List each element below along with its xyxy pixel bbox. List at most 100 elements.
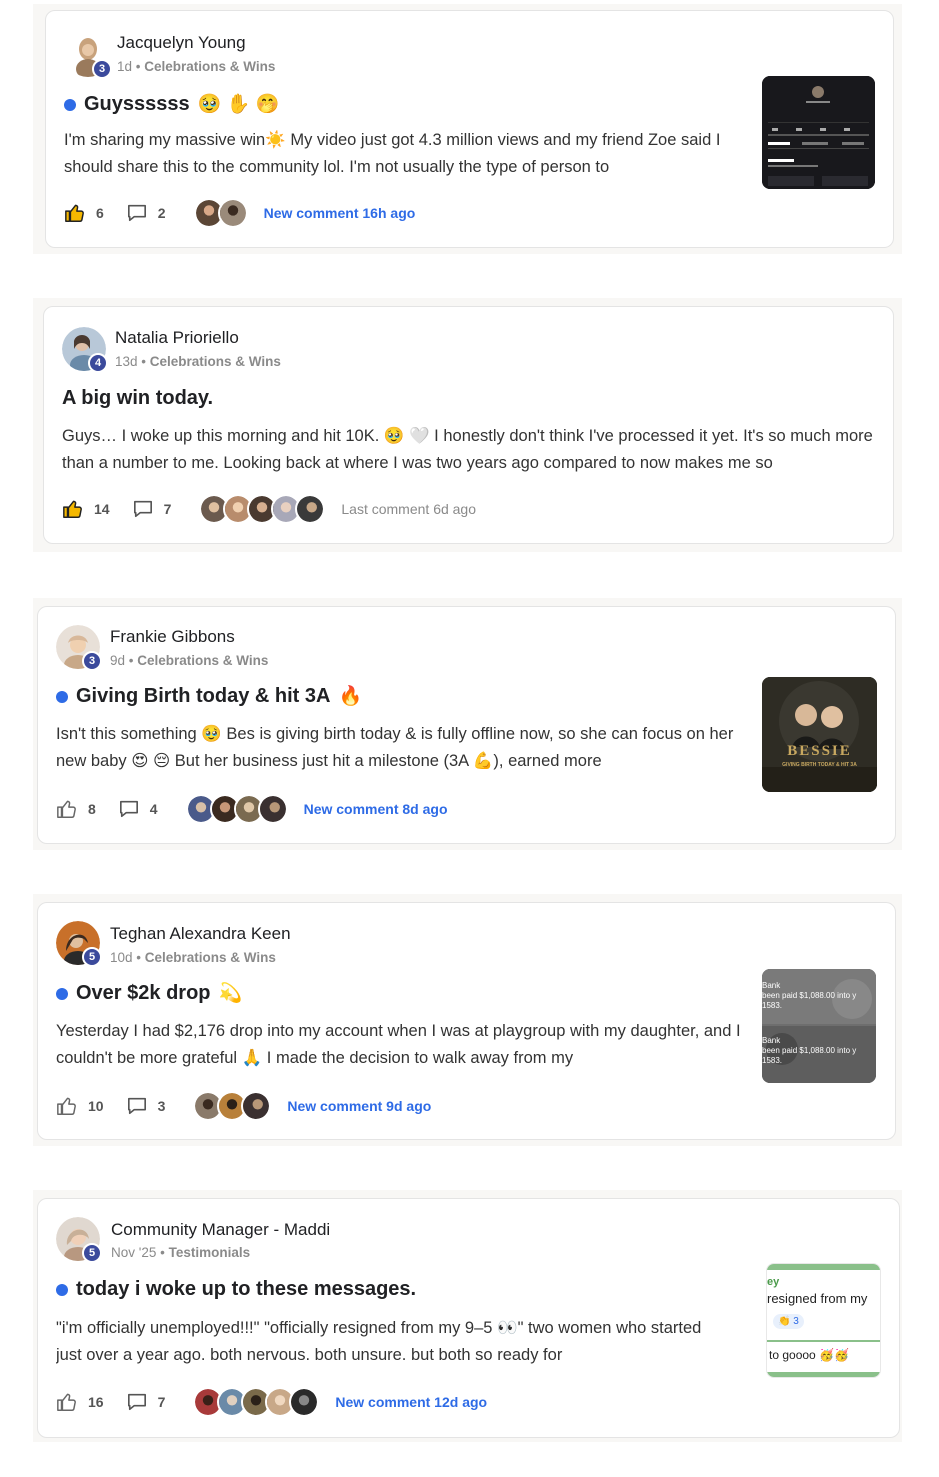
post-meta: Nov '25 • Testimonials bbox=[111, 1245, 250, 1260]
chat-message: resigned from my bbox=[767, 1291, 868, 1306]
author-avatar[interactable]: 3 bbox=[66, 33, 112, 79]
post-category[interactable]: Celebrations & Wins bbox=[150, 354, 281, 369]
notification-bank-label: Bank bbox=[762, 981, 781, 990]
comment-count: 3 bbox=[157, 1098, 166, 1114]
thumbs-up-icon bbox=[63, 500, 82, 518]
unread-indicator bbox=[56, 1283, 68, 1296]
post-thumbnail[interactable]: BESSIE GIVING BIRTH TODAY & HIT 3A bbox=[762, 677, 877, 792]
comment-count: 2 bbox=[157, 205, 166, 221]
thumbnail-title: BESSIE bbox=[787, 743, 852, 759]
post-meta: 9d • Celebrations & Wins bbox=[110, 653, 268, 668]
post-card[interactable]: 3 Jacquelyn Young 1d • Celebrations & Wi… bbox=[45, 10, 894, 248]
comment-count: 7 bbox=[163, 501, 172, 517]
title-emojis: 💫 bbox=[218, 983, 243, 1004]
post-time: 13d bbox=[115, 354, 138, 369]
like-button[interactable]: 6 bbox=[64, 202, 104, 224]
post-card[interactable]: 4 Natalia Prioriello 13d • Celebrations … bbox=[43, 306, 894, 544]
like-button[interactable]: 8 bbox=[56, 798, 96, 820]
like-button[interactable]: 16 bbox=[56, 1391, 104, 1413]
comment-button[interactable]: 3 bbox=[126, 1096, 166, 1116]
comment-count: 7 bbox=[157, 1394, 166, 1410]
post-card[interactable]: 3 Frankie Gibbons 9d • Celebrations & Wi… bbox=[37, 606, 896, 844]
post-body[interactable]: Guys… I woke up this morning and hit 10K… bbox=[62, 423, 882, 477]
commenter-avatars[interactable] bbox=[199, 494, 326, 524]
post-category[interactable]: Testimonials bbox=[169, 1245, 251, 1260]
comment-button[interactable]: 4 bbox=[118, 799, 158, 819]
comment-activity[interactable]: New comment 9d ago bbox=[287, 1098, 431, 1114]
meta-separator: • bbox=[132, 950, 145, 965]
level-badge: 4 bbox=[88, 353, 108, 373]
post-category[interactable]: Celebrations & Wins bbox=[144, 59, 275, 74]
post-time: 10d bbox=[110, 950, 133, 965]
commenter-avatar bbox=[295, 494, 326, 524]
commenter-avatars[interactable] bbox=[193, 198, 248, 228]
post-body[interactable]: I'm sharing my massive win☀️ My video ju… bbox=[64, 127, 734, 181]
like-button[interactable]: 10 bbox=[56, 1095, 104, 1117]
level-badge: 5 bbox=[82, 947, 102, 967]
comment-activity[interactable]: New comment 8d ago bbox=[304, 801, 448, 817]
post-wrapper: 3 Jacquelyn Young 1d • Celebrations & Wi… bbox=[33, 4, 902, 254]
post-thumbnail[interactable] bbox=[762, 76, 875, 189]
post-title[interactable]: Giving Birth today & hit 3A 🔥 bbox=[56, 685, 362, 708]
comment-button[interactable]: 2 bbox=[126, 203, 166, 223]
commenter-avatars[interactable] bbox=[193, 1387, 320, 1417]
author-avatar[interactable]: 5 bbox=[56, 1217, 102, 1263]
commenter-avatar bbox=[257, 794, 288, 824]
post-title-text: today i woke up to these messages. bbox=[76, 1278, 417, 1300]
author-name[interactable]: Community Manager - Maddi bbox=[111, 1220, 330, 1240]
post-meta: 13d • Celebrations & Wins bbox=[115, 354, 281, 369]
like-count: 6 bbox=[96, 205, 104, 221]
post-card[interactable]: 5 Teghan Alexandra Keen 10d • Celebratio… bbox=[37, 902, 896, 1140]
comment-activity[interactable]: New comment 16h ago bbox=[264, 205, 416, 221]
post-body[interactable]: Isn't this something 🥹 Bes is giving bir… bbox=[56, 721, 744, 775]
comment-icon bbox=[127, 1097, 146, 1115]
commenter-avatars[interactable] bbox=[193, 1091, 272, 1121]
meta-separator: • bbox=[125, 653, 138, 668]
post-time: 9d bbox=[110, 653, 126, 668]
post-wrapper: 5 Teghan Alexandra Keen 10d • Celebratio… bbox=[33, 894, 902, 1146]
post-title[interactable]: Over $2k drop 💫 bbox=[56, 982, 242, 1005]
level-badge: 3 bbox=[82, 651, 102, 671]
comment-button[interactable]: 7 bbox=[132, 499, 172, 519]
meta-separator: • bbox=[132, 59, 145, 74]
post-title[interactable]: A big win today. bbox=[62, 387, 213, 410]
chat-reaction: 👏 3 bbox=[773, 1314, 804, 1329]
post-card[interactable]: 5 Community Manager - Maddi Nov '25 • Te… bbox=[37, 1198, 900, 1438]
post-body[interactable]: "i'm officially unemployed!!!" "official… bbox=[56, 1315, 726, 1369]
post-title-text: A big win today. bbox=[62, 387, 214, 409]
comment-button[interactable]: 7 bbox=[126, 1392, 166, 1412]
post-wrapper: 3 Frankie Gibbons 9d • Celebrations & Wi… bbox=[33, 598, 902, 850]
post-category[interactable]: Celebrations & Wins bbox=[137, 653, 268, 668]
notification-block-1: Bank been paid $1,088.00 into y 1583. bbox=[762, 981, 876, 1011]
author-avatar[interactable]: 4 bbox=[62, 327, 108, 373]
comment-icon bbox=[127, 204, 146, 222]
post-category[interactable]: Celebrations & Wins bbox=[145, 950, 276, 965]
post-body[interactable]: Yesterday I had $2,176 drop into my acco… bbox=[56, 1018, 746, 1072]
author-name[interactable]: Teghan Alexandra Keen bbox=[110, 924, 291, 944]
thumbs-up-icon bbox=[57, 1097, 76, 1115]
post-thumbnail[interactable]: ey resigned from my 👏 3 to goooo 🥳🥳 bbox=[766, 1263, 881, 1378]
commenter-avatars[interactable] bbox=[185, 794, 288, 824]
post-stats: 16 7 New comment 12d ago bbox=[56, 1387, 487, 1417]
title-emojis: 🥹 ✋ 🤭 bbox=[197, 94, 280, 115]
like-button[interactable]: 14 bbox=[62, 498, 110, 520]
author-name[interactable]: Jacquelyn Young bbox=[117, 33, 246, 53]
level-badge: 5 bbox=[82, 1243, 102, 1263]
comment-icon bbox=[127, 1393, 146, 1411]
post-wrapper: 4 Natalia Prioriello 13d • Celebrations … bbox=[33, 298, 902, 552]
thumbnail-subtitle: GIVING BIRTH TODAY & HIT 3A bbox=[782, 762, 857, 768]
post-title[interactable]: today i woke up to these messages. bbox=[56, 1278, 416, 1301]
notification-message: been paid $1,088.00 into y bbox=[762, 991, 857, 1000]
thumbs-up-icon bbox=[65, 204, 84, 222]
author-avatar[interactable]: 5 bbox=[56, 921, 102, 967]
unread-indicator bbox=[64, 98, 76, 111]
post-thumbnail[interactable]: Bank been paid $1,088.00 into y 1583. Ba… bbox=[762, 969, 876, 1083]
comment-activity[interactable]: New comment 12d ago bbox=[335, 1394, 487, 1410]
author-avatar[interactable]: 3 bbox=[56, 625, 102, 671]
comment-activity[interactable]: Last comment 6d ago bbox=[341, 501, 476, 517]
author-name[interactable]: Frankie Gibbons bbox=[110, 627, 235, 647]
notification-detail: 1583. bbox=[762, 1056, 783, 1065]
post-time: Nov '25 bbox=[111, 1245, 157, 1260]
author-name[interactable]: Natalia Prioriello bbox=[115, 328, 239, 348]
post-title[interactable]: Guyssssss 🥹 ✋ 🤭 bbox=[64, 93, 279, 116]
